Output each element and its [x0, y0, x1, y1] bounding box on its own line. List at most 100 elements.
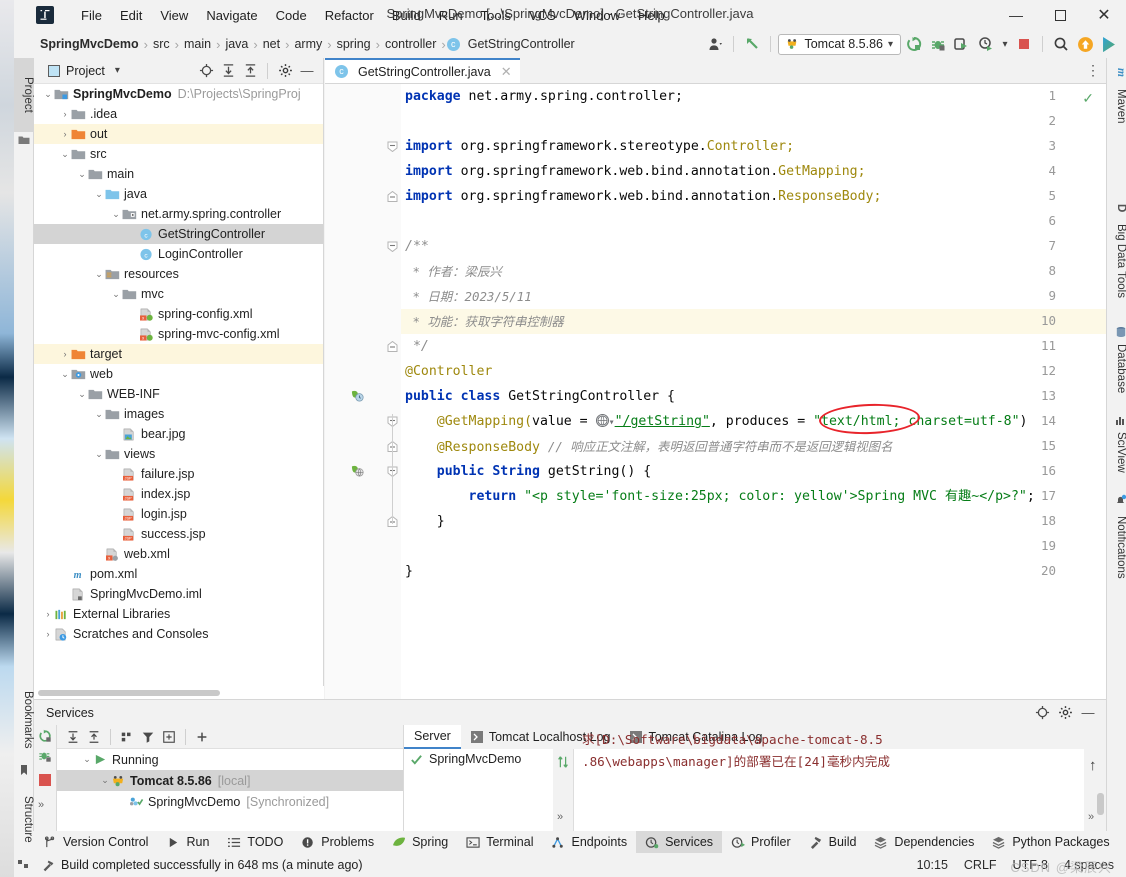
menu-edit[interactable]: Edit — [111, 5, 151, 26]
expand-more-icon[interactable]: » — [557, 811, 563, 823]
fold-end-icon[interactable] — [387, 341, 398, 352]
tree-row[interactable]: JSP failure.jsp — [34, 464, 323, 484]
filter-icon[interactable] — [138, 727, 158, 746]
add-icon[interactable] — [192, 727, 212, 746]
tree-row[interactable]: m pom.xml — [34, 564, 323, 584]
tool-tab-services[interactable]: Services — [636, 831, 723, 853]
tree-row[interactable]: › out — [34, 124, 323, 144]
run-configuration-selector[interactable]: Tomcat 8.5.86 ▾ — [778, 33, 901, 55]
breadcrumb-item-main[interactable]: main — [180, 37, 215, 51]
tree-row[interactable]: x web.xml — [34, 544, 323, 564]
menu-navigate[interactable]: Navigate — [197, 5, 266, 26]
locate-icon[interactable] — [1032, 703, 1052, 723]
tree-row[interactable]: JSP success.jsp — [34, 524, 323, 544]
tool-tab-version-control[interactable]: Version Control — [34, 831, 157, 853]
maximize-button[interactable] — [1038, 0, 1082, 30]
sidebar-item-database[interactable]: Database — [1107, 338, 1126, 400]
chevron-right-icon[interactable]: › — [59, 109, 71, 119]
breadcrumb-item-spring[interactable]: spring — [333, 37, 375, 51]
chevron-right-icon[interactable]: › — [42, 609, 54, 619]
fold-collapse-icon[interactable] — [387, 241, 398, 252]
chevron-down-icon[interactable]: ⌄ — [76, 169, 88, 180]
chevron-right-icon[interactable]: › — [42, 629, 54, 639]
sidebar-item-bookmarks[interactable]: Bookmarks — [14, 678, 34, 762]
tree-row[interactable]: ⌄ net.army.spring.controller — [34, 204, 323, 224]
chevron-right-icon[interactable]: › — [59, 349, 71, 359]
chevron-down-icon[interactable]: ▾ — [999, 33, 1011, 55]
close-button[interactable]: ✕ — [1082, 0, 1126, 30]
chevron-down-icon[interactable]: ⌄ — [93, 269, 105, 280]
line-separator[interactable]: CRLF — [964, 858, 997, 872]
update-icon[interactable] — [1074, 33, 1096, 55]
settings-icon[interactable] — [275, 61, 295, 81]
console-scrollbar[interactable] — [1097, 793, 1104, 815]
console-output[interactable]: 求[D:\Software\bigdata\apache-tomcat-8.5 … — [574, 732, 1106, 831]
tree-row[interactable]: c LoginController — [34, 244, 323, 264]
group-icon[interactable] — [117, 727, 137, 746]
sidebar-item-maven[interactable]: Maven — [1107, 80, 1126, 132]
tool-window-tab-bar[interactable]: Version Control Run TODO Problems Spring Term… — [34, 831, 1126, 853]
services-tree-row[interactable]: ⌄ Running — [57, 749, 403, 770]
sidebar-item-notifications[interactable]: Notifications — [1107, 506, 1126, 588]
collapse-all-icon[interactable] — [240, 61, 260, 81]
tree-row[interactable]: JSP index.jsp — [34, 484, 323, 504]
show-icon[interactable] — [159, 727, 179, 746]
hide-icon[interactable]: — — [297, 61, 317, 81]
sidebar-item-project[interactable]: Project — [14, 58, 34, 132]
breadcrumb-item-net[interactable]: net — [259, 37, 284, 51]
breadcrumb-item-army[interactable]: army — [290, 37, 326, 51]
tool-tab-dependencies[interactable]: Dependencies — [865, 831, 983, 853]
tree-row[interactable]: ⌄ SpringMvcDemo D:\Projects\SpringProj — [34, 84, 323, 104]
stop-icon[interactable] — [1013, 33, 1035, 55]
sort-icon[interactable] — [556, 755, 570, 769]
tool-tab-endpoints[interactable]: Endpoints — [542, 831, 636, 853]
services-tree-row[interactable]: ⌄ Tomcat 8.5.86 [local] — [57, 770, 403, 791]
chevron-down-icon[interactable]: ⌄ — [42, 89, 54, 100]
services-tree[interactable]: ⌄ Running ⌄ Tomcat 8.5.86 [local] SpringMvcDe… — [57, 749, 403, 831]
search-icon[interactable] — [1050, 33, 1072, 55]
caret-position[interactable]: 10:15 — [917, 858, 948, 872]
sidebar-item-bigdatatools[interactable]: Big Data Tools — [1107, 216, 1126, 306]
code-editor[interactable]: 1 2 3 4 5 6 7 8 9 10 11 12 13 14 15 16 17 18 19 20 ✓ packag… — [325, 84, 1106, 699]
tree-row[interactable]: ⌄ web — [34, 364, 323, 384]
rerun-icon[interactable] — [38, 729, 52, 743]
fold-collapse-icon[interactable] — [387, 141, 398, 152]
run-with-coverage-icon[interactable] — [951, 33, 973, 55]
back-arrow-icon[interactable] — [741, 33, 763, 55]
tool-tab-spring[interactable]: Spring — [383, 831, 457, 853]
tree-row[interactable]: bear.jpg — [34, 424, 323, 444]
chevron-right-icon[interactable]: › — [59, 129, 71, 139]
tree-row[interactable]: ⌄ views — [34, 444, 323, 464]
chevron-down-icon[interactable]: ⌄ — [110, 289, 122, 300]
chevron-down-icon[interactable]: ⌄ — [110, 209, 122, 220]
collapse-all-icon[interactable] — [84, 727, 104, 746]
menu-vcs[interactable]: VCS — [520, 5, 565, 26]
expand-more-icon[interactable]: » — [38, 799, 52, 813]
breadcrumb-item-project[interactable]: SpringMvcDemo — [36, 37, 143, 51]
tree-row[interactable]: ⌄ mvc — [34, 284, 323, 304]
tree-row[interactable]: › Scratches and Consoles — [34, 624, 323, 644]
stop-icon[interactable] — [38, 773, 52, 788]
tree-row[interactable]: x spring-mvc-config.xml — [34, 324, 323, 344]
more-vertical-icon[interactable]: ⋮ — [1084, 61, 1102, 79]
tree-row[interactable]: › .idea — [34, 104, 323, 124]
sidebar-item-sciview[interactable]: SciView — [1107, 426, 1126, 476]
menu-code[interactable]: Code — [267, 5, 316, 26]
scroll-up-icon[interactable]: ↑ — [1089, 757, 1097, 774]
menu-run[interactable]: Run — [430, 5, 472, 26]
run-icon[interactable] — [903, 33, 925, 55]
expand-all-icon[interactable] — [218, 61, 238, 81]
chevron-down-icon[interactable]: ▾ — [115, 65, 120, 76]
tool-tab-run[interactable]: Run — [157, 831, 218, 853]
spring-bean-icon[interactable] — [351, 389, 364, 402]
tree-row[interactable]: x spring-config.xml — [34, 304, 323, 324]
expand-all-icon[interactable] — [63, 727, 83, 746]
menu-view[interactable]: View — [151, 5, 197, 26]
tool-tab-python-packages[interactable]: Python Packages — [983, 831, 1118, 853]
tree-row[interactable]: JSP login.jsp — [34, 504, 323, 524]
sidebar-item-structure[interactable]: Structure — [14, 782, 34, 856]
globe-icon[interactable] — [595, 414, 609, 427]
expand-more-icon[interactable]: » — [1088, 811, 1094, 823]
tree-row[interactable]: › External Libraries — [34, 604, 323, 624]
debug-icon[interactable] — [927, 33, 949, 55]
